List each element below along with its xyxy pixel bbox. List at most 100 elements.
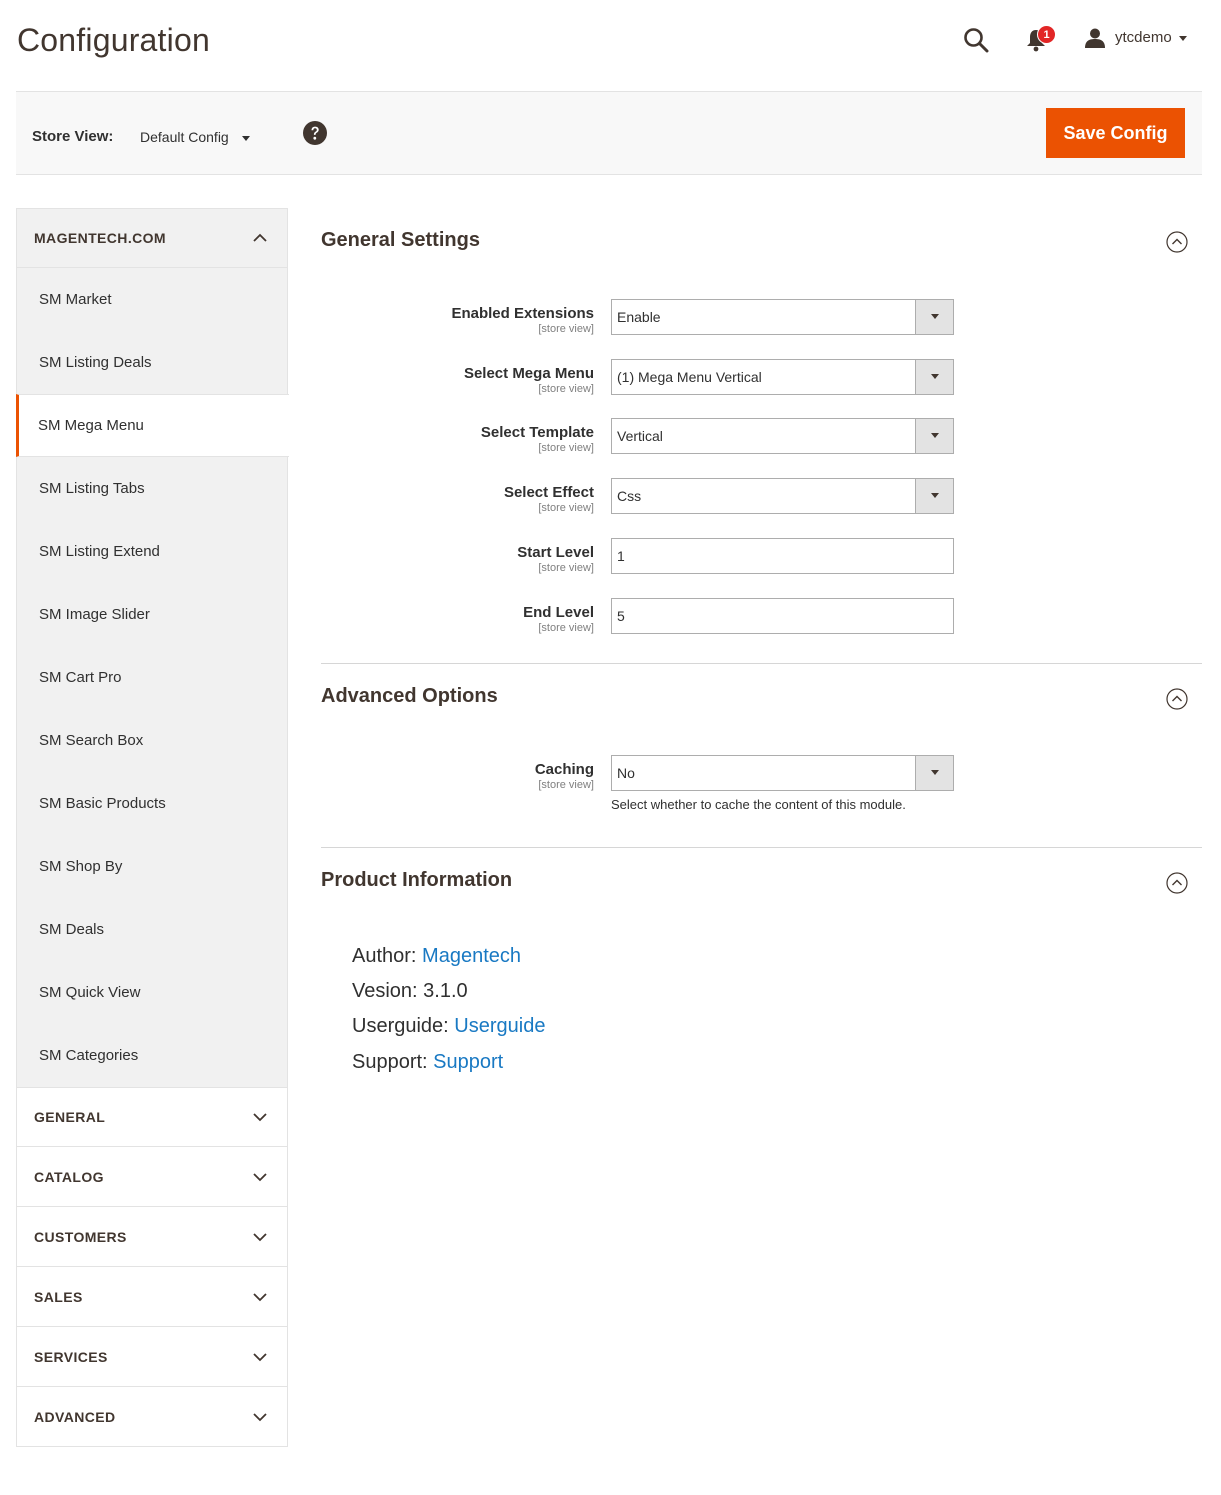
general-settings-title[interactable]: General Settings — [321, 229, 480, 252]
chevron-down-icon[interactable] — [915, 300, 953, 334]
select-value: Css — [617, 488, 642, 504]
chevron-down-icon[interactable] — [1179, 36, 1187, 41]
field-label: Enabled Extensions — [451, 305, 594, 322]
info-label: Author: — [352, 945, 417, 967]
sidebar-section-magentech[interactable]: MAGENTECH.COM — [16, 208, 288, 268]
sidebar-item-sm-shop-by[interactable]: SM Shop By — [17, 835, 287, 898]
select-value: (1) Mega Menu Vertical — [617, 369, 762, 385]
sidebar-section-label: ADVANCED — [34, 1408, 116, 1425]
field-row-caching: Caching [store view] No — [321, 755, 1202, 795]
caching-select[interactable]: No — [611, 755, 954, 791]
field-row-select-effect: Select Effect [store view] Css — [321, 478, 1202, 518]
search-icon[interactable] — [963, 27, 989, 53]
config-sidebar: MAGENTECH.COM SM Market SM Listing Deals… — [16, 208, 289, 1447]
select-mega-menu-select[interactable]: (1) Mega Menu Vertical — [611, 359, 954, 395]
chevron-down-icon — [253, 1352, 267, 1361]
info-label: Userguide: — [352, 1015, 449, 1037]
field-scope: [store view] — [538, 562, 594, 574]
chevron-down-icon — [253, 1412, 267, 1421]
info-label: Vesion: — [352, 980, 418, 1002]
section-divider — [321, 847, 1202, 848]
select-value: Enable — [617, 309, 661, 325]
userguide-link[interactable]: Userguide — [454, 1015, 545, 1037]
chevron-down-icon[interactable] — [915, 479, 953, 513]
chevron-up-icon — [253, 233, 267, 242]
field-scope: [store view] — [538, 502, 594, 514]
enabled-extensions-select[interactable]: Enable — [611, 299, 954, 335]
store-view-switcher[interactable]: Default Config — [140, 129, 229, 145]
select-template-select[interactable]: Vertical — [611, 418, 954, 454]
chevron-down-icon[interactable] — [915, 360, 953, 394]
field-scope: [store view] — [538, 383, 594, 395]
sidebar-item-sm-deals[interactable]: SM Deals — [17, 898, 287, 961]
field-scope: [store view] — [538, 779, 594, 791]
sidebar-item-sm-mega-menu[interactable]: SM Mega Menu — [16, 394, 289, 457]
field-row-select-template: Select Template [store view] Vertical — [321, 418, 1202, 458]
section-divider — [321, 663, 1202, 664]
save-config-button[interactable]: Save Config — [1046, 108, 1185, 158]
sidebar-section-label: SALES — [34, 1288, 83, 1305]
version-value: 3.1.0 — [423, 980, 468, 1002]
field-row-select-mega-menu: Select Mega Menu [store view] (1) Mega M… — [321, 359, 1202, 399]
author-link[interactable]: Magentech — [422, 945, 521, 967]
notification-badge[interactable]: 1 — [1037, 25, 1056, 44]
field-scope: [store view] — [538, 442, 594, 454]
sidebar-item-sm-basic-products[interactable]: SM Basic Products — [17, 772, 287, 835]
field-label: Select Template — [480, 424, 594, 441]
advanced-options-title[interactable]: Advanced Options — [321, 685, 498, 708]
sidebar-item-sm-listing-extend[interactable]: SM Listing Extend — [17, 520, 287, 583]
field-row-enabled-extensions: Enabled Extensions [store view] Enable — [321, 299, 1202, 339]
support-link[interactable]: Support — [433, 1051, 503, 1073]
sidebar-item-sm-search-box[interactable]: SM Search Box — [17, 709, 287, 772]
product-information-title[interactable]: Product Information — [321, 869, 512, 892]
collapse-icon[interactable] — [1166, 231, 1188, 253]
sidebar-item-sm-listing-tabs[interactable]: SM Listing Tabs — [17, 457, 287, 520]
help-icon[interactable] — [303, 121, 327, 145]
store-view-bar: Store View: Default Config Save Config — [16, 91, 1202, 175]
caching-note: Select whether to cache the content of t… — [611, 797, 906, 812]
user-menu-name[interactable]: ytcdemo — [1115, 29, 1172, 46]
sidebar-item-sm-categories[interactable]: SM Categories — [17, 1024, 287, 1087]
chevron-down-icon — [253, 1292, 267, 1301]
sidebar-item-sm-listing-deals[interactable]: SM Listing Deals — [17, 331, 287, 394]
field-label: End Level — [523, 604, 594, 621]
info-support: Support: Support — [352, 1051, 503, 1074]
field-label: Caching — [534, 761, 594, 778]
start-level-input[interactable]: 1 — [611, 538, 954, 574]
sidebar-section-catalog[interactable]: CATALOG — [16, 1147, 288, 1207]
chevron-down-icon[interactable] — [915, 419, 953, 453]
page-title: Configuration — [17, 22, 210, 58]
chevron-down-icon — [253, 1232, 267, 1241]
chevron-down-icon[interactable] — [242, 136, 250, 141]
info-author: Author: Magentech — [352, 945, 521, 968]
sidebar-sub-list: SM Market SM Listing Deals SM Mega Menu … — [16, 268, 289, 1087]
chevron-down-icon[interactable] — [915, 756, 953, 790]
field-label: Select Mega Menu — [463, 365, 594, 382]
sidebar-section-customers[interactable]: CUSTOMERS — [16, 1207, 288, 1267]
sidebar-section-services[interactable]: SERVICES — [16, 1327, 288, 1387]
field-row-start-level: Start Level [store view] 1 — [321, 538, 1202, 578]
sidebar-section-general[interactable]: GENERAL — [16, 1087, 288, 1147]
info-userguide: Userguide: Userguide — [352, 1015, 545, 1038]
chevron-down-icon — [253, 1172, 267, 1181]
select-effect-select[interactable]: Css — [611, 478, 954, 514]
collapse-icon[interactable] — [1166, 872, 1188, 894]
sidebar-section-advanced[interactable]: ADVANCED — [16, 1387, 288, 1447]
sidebar-item-sm-quick-view[interactable]: SM Quick View — [17, 961, 287, 1024]
end-level-input[interactable]: 5 — [611, 598, 954, 634]
select-value: Vertical — [617, 428, 663, 444]
field-scope: [store view] — [538, 323, 594, 335]
store-view-label: Store View: — [32, 128, 114, 145]
sidebar-item-sm-image-slider[interactable]: SM Image Slider — [17, 583, 287, 646]
user-icon[interactable] — [1084, 27, 1106, 49]
sidebar-item-sm-market[interactable]: SM Market — [17, 268, 287, 331]
info-label: Support: — [352, 1051, 428, 1073]
chevron-down-icon — [253, 1113, 267, 1122]
sidebar-item-sm-cart-pro[interactable]: SM Cart Pro — [17, 646, 287, 709]
sidebar-section-label: GENERAL — [34, 1109, 106, 1125]
sidebar-section-label: CATALOG — [34, 1168, 104, 1185]
collapse-icon[interactable] — [1166, 688, 1188, 710]
sidebar-section-sales[interactable]: SALES — [16, 1267, 288, 1327]
select-value: No — [617, 765, 635, 781]
field-scope: [store view] — [538, 622, 594, 634]
